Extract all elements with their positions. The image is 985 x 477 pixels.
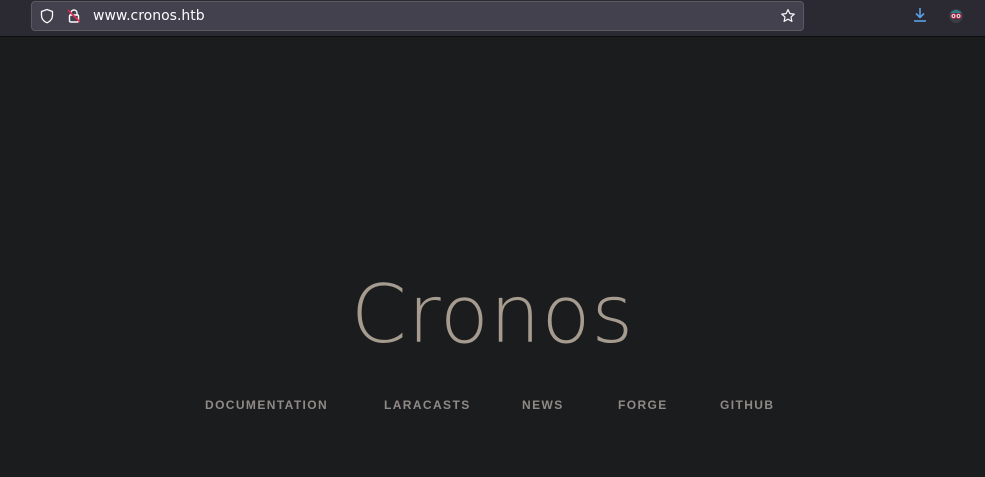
nav-links: DOCUMENTATION LARACASTS NEWS FORGE GITHU… — [0, 397, 985, 413]
extension-avatar-icon[interactable] — [947, 6, 965, 24]
address-bar[interactable]: www.cronos.htb — [31, 1, 804, 31]
link-documentation[interactable]: DOCUMENTATION — [205, 397, 328, 413]
link-laracasts[interactable]: LARACASTS — [384, 397, 471, 413]
site-title: Cronos — [350, 268, 635, 361]
insecure-lock-icon[interactable] — [66, 8, 82, 24]
star-icon[interactable] — [780, 8, 796, 24]
browser-toolbar: www.cronos.htb — [0, 0, 985, 37]
link-news[interactable]: NEWS — [522, 397, 564, 413]
page-content: Cronos DOCUMENTATION LARACASTS NEWS FORG… — [0, 37, 985, 477]
download-icon[interactable] — [911, 6, 929, 24]
url-text[interactable]: www.cronos.htb — [93, 7, 205, 25]
link-github[interactable]: GITHUB — [720, 397, 774, 413]
link-forge[interactable]: FORGE — [618, 397, 668, 413]
shield-icon[interactable] — [39, 8, 55, 24]
